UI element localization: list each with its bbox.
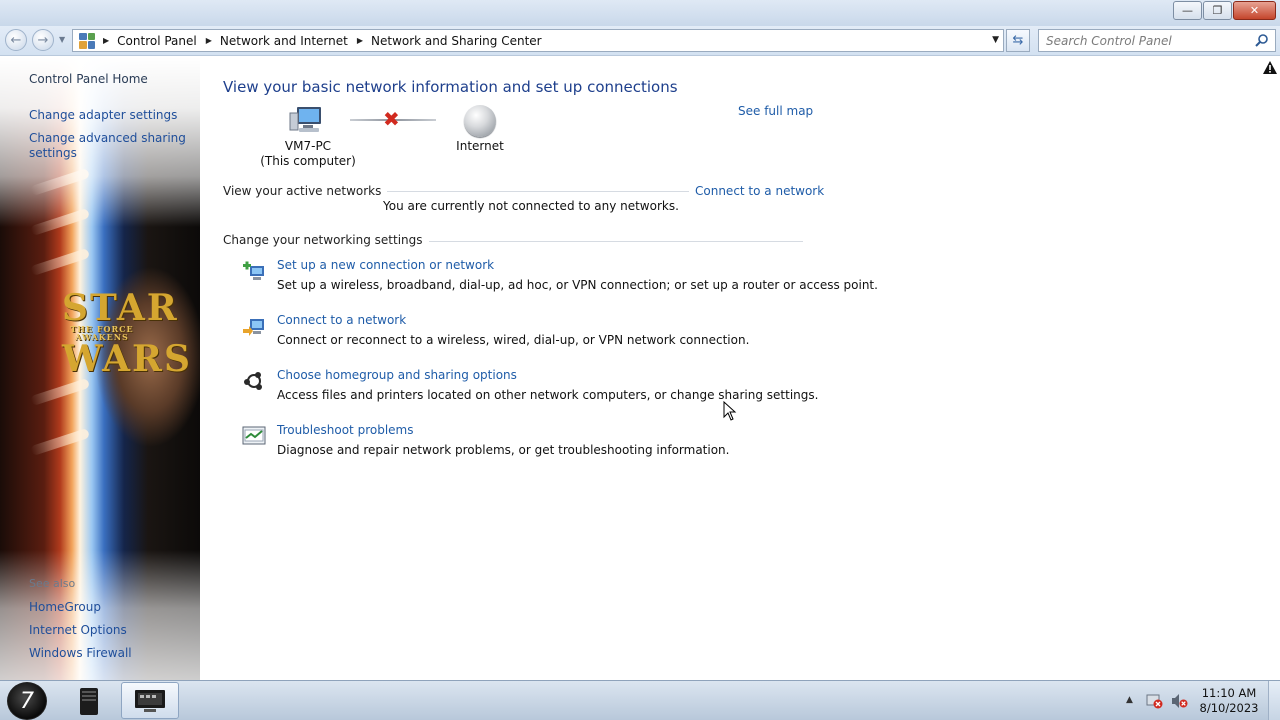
navigation-pane: STAR THE FORCE AWAKENS WARS Control Pane… (0, 57, 200, 680)
show-hidden-icons-button[interactable]: ▲ (1126, 695, 1133, 705)
search-input[interactable] (1046, 33, 1251, 48)
minimize-button[interactable]: — (1173, 1, 1202, 20)
breadcrumb-network-sharing-center[interactable]: Network and Sharing Center (371, 34, 542, 48)
taskbar-app-network-center[interactable] (121, 682, 179, 719)
wallpaper-logo: STAR THE FORCE AWAKENS WARS (62, 287, 192, 380)
homegroup-link[interactable]: HomeGroup (29, 600, 101, 614)
change-settings-heading: Change your networking settings (223, 233, 429, 247)
taskbar: 7 ▲ 11:10 AM 8/10/2023 (0, 680, 1280, 720)
breadcrumb-control-panel[interactable]: Control Panel (117, 34, 197, 48)
control-panel-icon (79, 32, 95, 49)
recent-pages-dropdown[interactable]: ▼ (59, 35, 65, 44)
internet-label: Internet (456, 139, 504, 153)
forward-button[interactable]: → (32, 29, 54, 51)
troubleshoot-icon (242, 426, 266, 445)
clock-date: 8/10/2023 (1199, 701, 1259, 715)
see-full-map-link[interactable]: See full map (738, 104, 813, 118)
wallpaper-logo-top: STAR (62, 287, 179, 329)
computer-icon[interactable] (289, 105, 323, 135)
page-title: View your basic network information and … (223, 78, 678, 96)
not-connected-message: You are currently not connected to any n… (383, 199, 679, 213)
internet-globe-icon[interactable] (464, 105, 496, 137)
active-networks-heading: View your active networks (223, 184, 388, 198)
action-center-icon[interactable] (1146, 693, 1163, 709)
connect-network-description: Connect or reconnect to a wireless, wire… (277, 333, 750, 347)
clock-time: 11:10 AM (1201, 686, 1257, 700)
internet-options-link[interactable]: Internet Options (29, 623, 127, 637)
see-also-heading: See also (29, 577, 76, 590)
change-advanced-sharing-link[interactable]: Change advanced sharing (29, 131, 186, 145)
homegroup-sharing-description: Access files and printers located on oth… (277, 388, 819, 402)
show-desktop-button[interactable] (1268, 681, 1280, 720)
wallpaper-stripe (29, 427, 91, 457)
breadcrumb-chevron-icon[interactable]: ▶ (357, 36, 363, 45)
wallpaper-logo-bottom: WARS (62, 337, 192, 380)
content-pane: View your basic network information and … (200, 57, 1280, 680)
troubleshoot-description: Diagnose and repair network problems, or… (277, 443, 730, 457)
task-troubleshoot: Troubleshoot problems Diagnose and repai… (240, 423, 860, 467)
computer-label: VM7-PC (This computer) (258, 139, 358, 169)
taskbar-app-1[interactable] (60, 682, 118, 719)
start-button[interactable]: 7 (7, 682, 47, 720)
wallpaper-stripe (29, 247, 91, 277)
disconnected-x-icon[interactable]: ✖ (383, 109, 400, 129)
close-button[interactable]: ✕ (1233, 1, 1276, 20)
search-box[interactable] (1038, 29, 1276, 52)
mouse-cursor-icon (723, 401, 737, 421)
breadcrumb-chevron-icon[interactable]: ▶ (103, 36, 109, 45)
search-icon[interactable] (1255, 33, 1269, 47)
forward-arrow-icon: → (37, 32, 49, 48)
address-dropdown-icon[interactable]: ▼ (992, 35, 999, 45)
new-connection-icon (243, 261, 264, 280)
refresh-icon: ⇆ (1012, 33, 1024, 48)
window-controls: — ❐ ✕ (1173, 1, 1276, 20)
setup-connection-description: Set up a wireless, broadband, dial-up, a… (277, 278, 878, 292)
address-bar[interactable]: ▶ Control Panel ▶ Network and Internet ▶… (72, 29, 1004, 52)
network-monitor-icon (135, 689, 165, 712)
connect-network-icon (243, 319, 264, 336)
setup-connection-link[interactable]: Set up a new connection or network (277, 258, 494, 272)
system-clock[interactable]: 11:10 AM 8/10/2023 (1196, 686, 1262, 716)
maximize-button[interactable]: ❐ (1203, 1, 1232, 20)
server-tower-icon (80, 687, 98, 715)
computer-name: VM7-PC (284, 139, 332, 153)
connect-to-network-link[interactable]: Connect to a network (689, 184, 825, 198)
task-connect-network: Connect to a network Connect or reconnec… (240, 313, 860, 357)
address-row: ← → ▼ ▶ Control Panel ▶ Network and Inte… (0, 26, 1280, 56)
title-bar: — ❐ ✕ (0, 0, 1280, 26)
wallpaper-fade-bottom (0, 550, 200, 680)
homegroup-sharing-link[interactable]: Choose homegroup and sharing options (277, 368, 517, 382)
task-homegroup-sharing: Choose homegroup and sharing options Acc… (240, 368, 860, 412)
warning-icon[interactable] (1263, 61, 1277, 74)
change-advanced-sharing-link-line2[interactable]: settings (29, 146, 77, 160)
breadcrumb-chevron-icon[interactable]: ▶ (206, 36, 212, 45)
volume-muted-icon[interactable] (1171, 693, 1188, 709)
homegroup-icon (244, 372, 262, 390)
windows-firewall-link[interactable]: Windows Firewall (29, 646, 132, 660)
start-orb-icon: 7 (20, 688, 34, 714)
task-setup-connection: Set up a new connection or network Set u… (240, 258, 878, 302)
connect-network-link[interactable]: Connect to a network (277, 313, 406, 327)
change-adapter-settings-link[interactable]: Change adapter settings (29, 108, 177, 122)
breadcrumb-network-and-internet[interactable]: Network and Internet (220, 34, 348, 48)
control-panel-home-link[interactable]: Control Panel Home (29, 72, 148, 86)
back-button[interactable]: ← (5, 29, 27, 51)
troubleshoot-link[interactable]: Troubleshoot problems (277, 423, 413, 437)
refresh-button[interactable]: ⇆ (1006, 29, 1030, 52)
back-arrow-icon: ← (10, 32, 22, 48)
wallpaper-stripe (29, 377, 91, 407)
computer-subtitle: (This computer) (260, 154, 356, 168)
